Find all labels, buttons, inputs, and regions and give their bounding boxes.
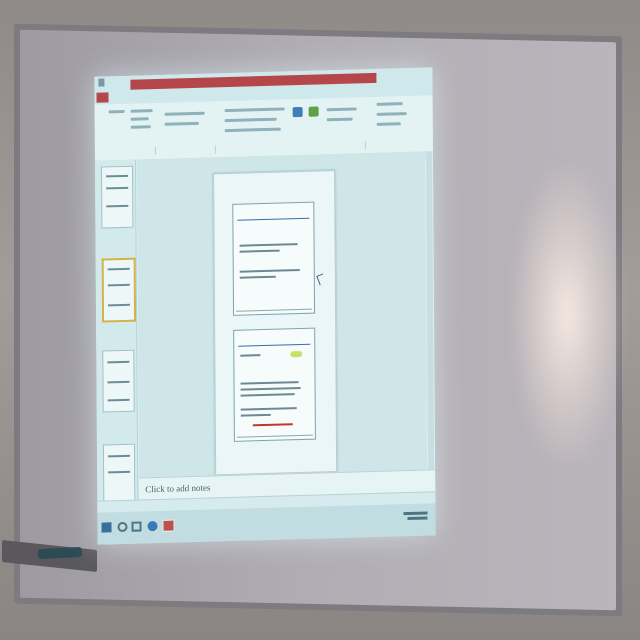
windows-start-icon[interactable]	[101, 522, 112, 533]
mini-slide-title	[238, 334, 311, 347]
ribbon-replace-item[interactable]	[376, 112, 407, 116]
handout-page	[213, 170, 338, 476]
slide-thumbnail[interactable]	[102, 443, 136, 507]
slide-thumbnail-panel	[94, 159, 139, 545]
ribbon-font-item[interactable]	[224, 107, 285, 113]
mini-slide-title	[237, 208, 310, 221]
ribbon-font-item[interactable]	[224, 127, 281, 133]
powerpoint-app-icon[interactable]	[162, 519, 175, 532]
ribbon-paste[interactable]	[108, 109, 125, 114]
ribbon-clipboard-item[interactable]	[130, 109, 153, 113]
photo-scene: Click to add notes	[0, 0, 640, 640]
slide-thumbnail[interactable]	[100, 165, 134, 229]
file-tab[interactable]	[96, 92, 109, 103]
slide-editing-area[interactable]	[136, 151, 428, 478]
quick-access-icon[interactable]	[98, 78, 105, 87]
ribbon-slides-item[interactable]	[164, 121, 199, 126]
ribbon-shape-icon[interactable]	[292, 106, 303, 118]
ribbon-drawing-item[interactable]	[326, 117, 353, 122]
window-light-glare	[512, 165, 622, 465]
ribbon-clipboard-item[interactable]	[130, 125, 151, 129]
edge-browser-icon[interactable]	[147, 521, 158, 532]
ribbon-select-item[interactable]	[376, 122, 401, 126]
ribbon-arrange-icon[interactable]	[308, 106, 319, 117]
task-view-icon[interactable]	[131, 521, 142, 532]
ribbon-group-editing	[364, 139, 434, 150]
ribbon-group-clipboard	[94, 147, 156, 157]
vertical-scrollbar[interactable]	[425, 151, 435, 470]
search-icon[interactable]	[117, 521, 128, 533]
slide-thumbnail-selected[interactable]	[101, 257, 137, 323]
mini-slide-1	[232, 201, 316, 316]
system-tray[interactable]	[403, 509, 428, 521]
slide-thumbnail[interactable]	[102, 349, 135, 413]
projected-screen: Click to add notes	[94, 67, 436, 545]
ribbon-group-slides	[154, 145, 216, 156]
ribbon-clipboard-item[interactable]	[130, 117, 149, 121]
titlebar-accent	[130, 72, 377, 90]
ribbon-drawing-item[interactable]	[326, 107, 357, 112]
ribbon-font-item[interactable]	[224, 117, 277, 123]
ribbon-find-item[interactable]	[376, 102, 403, 106]
ribbon-slides-item[interactable]	[164, 111, 205, 116]
mini-red-link	[252, 423, 293, 427]
mini-slide-2	[233, 327, 316, 442]
mini-diagram-shape	[290, 350, 303, 358]
ribbon-group-font-paragraph	[214, 141, 366, 154]
